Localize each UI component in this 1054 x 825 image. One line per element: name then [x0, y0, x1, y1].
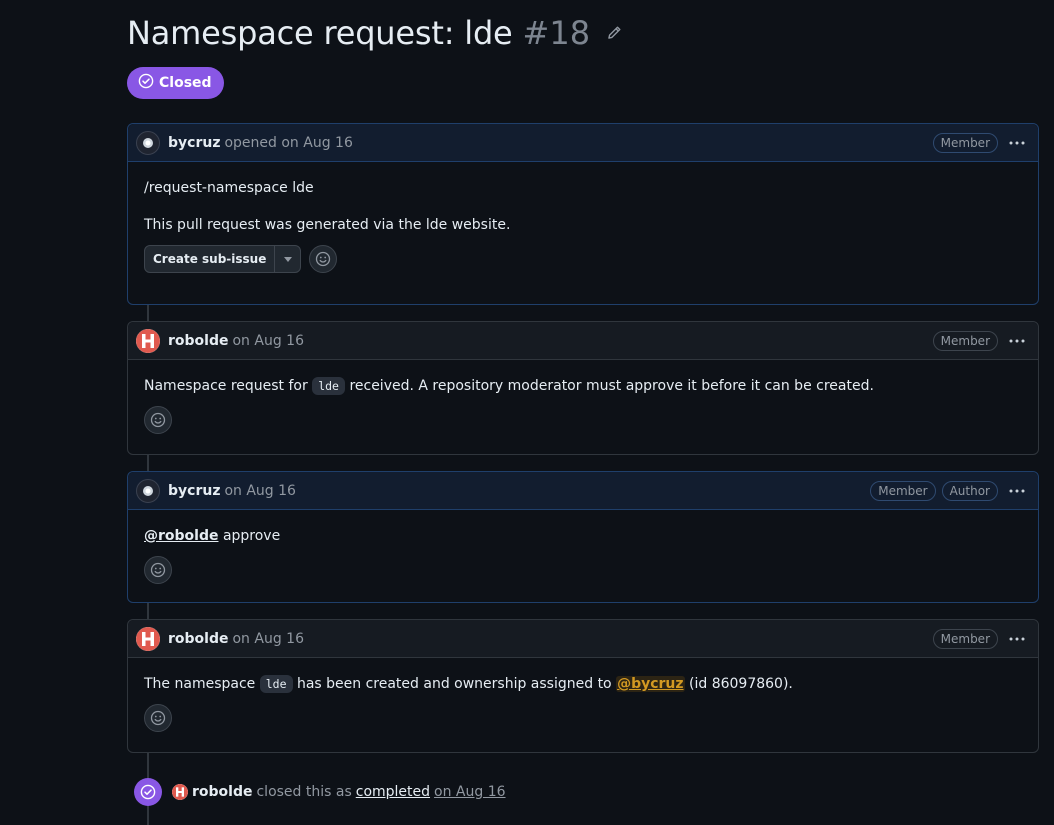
create-sub-issue-split-button: Create sub-issue [144, 245, 302, 273]
comment-body: The namespace lde has been created and o… [128, 658, 1038, 748]
avatar[interactable] [136, 328, 160, 353]
role-badge-member: Member [932, 330, 998, 351]
status-badge: Closed [127, 67, 224, 99]
comment-body: Namespace request for lde received. A re… [128, 360, 1038, 450]
check-circle-icon [134, 778, 162, 806]
comment-meta[interactable]: on Aug 16 [224, 483, 296, 499]
comment-meta[interactable]: on Aug 16 [232, 631, 304, 647]
inline-code: lde [312, 377, 345, 395]
comment-header-actions: Member [932, 628, 1030, 650]
user-mention[interactable]: @robolde [144, 528, 218, 544]
kebab-menu-icon[interactable] [1004, 628, 1030, 650]
event-text: closed this as [256, 784, 352, 800]
comment-approve: bycruz on Aug 16 Member Author @robolde … [127, 471, 1039, 603]
completed-link[interactable]: completed [356, 784, 430, 800]
comment-text: Namespace request for lde received. A re… [144, 376, 1022, 396]
comment-author[interactable]: robolde [168, 333, 228, 349]
comment-bot-received: robolde on Aug 16 Member Namespace reque… [127, 321, 1039, 455]
comment-header-actions: Member [932, 330, 1030, 352]
role-badge-author: Author [941, 480, 998, 501]
kebab-menu-icon[interactable] [1004, 132, 1030, 154]
smiley-icon[interactable] [309, 245, 338, 273]
issue-number: #18 [522, 14, 591, 52]
kebab-menu-icon[interactable] [1004, 330, 1030, 352]
create-sub-issue-button[interactable]: Create sub-issue [145, 246, 274, 272]
role-badge-member: Member [870, 480, 936, 501]
comment-bot-created: robolde on Aug 16 Member The namespace l… [127, 619, 1039, 753]
comment-text-line: /request-namespace lde [144, 180, 314, 196]
comment-meta[interactable]: opened on Aug 16 [224, 135, 352, 151]
issue-title: Namespace request: lde [127, 14, 513, 52]
issue-title-row: Namespace request: lde #18 [127, 14, 622, 52]
comment-body: /request-namespace lde This pull request… [128, 162, 1038, 289]
avatar[interactable] [136, 626, 160, 651]
comment-header: robolde on Aug 16 Member [128, 322, 1038, 360]
timeline-event-closed: robolde closed this as completed on Aug … [134, 778, 506, 806]
pencil-icon[interactable] [606, 25, 622, 41]
avatar[interactable] [172, 784, 188, 800]
check-circle-icon [138, 73, 154, 93]
comment-actions [144, 406, 1022, 434]
caret-down-icon[interactable] [274, 246, 300, 272]
avatar[interactable] [136, 130, 160, 155]
comment-header: robolde on Aug 16 Member [128, 620, 1038, 658]
text-segment: has been created and ownership assigned … [296, 676, 612, 692]
comment-author[interactable]: robolde [168, 631, 228, 647]
smiley-icon[interactable] [144, 406, 172, 434]
comment-header-actions: Member [932, 132, 1030, 154]
comment-actions: Create sub-issue [144, 245, 1022, 273]
kebab-menu-icon[interactable] [1004, 480, 1030, 502]
inline-code: lde [259, 675, 293, 693]
text-segment: Namespace request for [144, 378, 308, 394]
comment-actions [144, 704, 1022, 732]
event-actor[interactable]: robolde [192, 784, 252, 800]
comment-opening: bycruz opened on Aug 16 Member /request-… [127, 123, 1039, 305]
text-segment: (id 86097860). [689, 676, 793, 692]
comment-author[interactable]: bycruz [168, 483, 220, 499]
comment-body: @robolde approve [128, 510, 1038, 600]
comment-header: bycruz on Aug 16 Member Author [128, 472, 1038, 510]
text-segment: approve [222, 528, 281, 544]
comment-author[interactable]: bycruz [168, 135, 220, 151]
text-segment: received. A repository moderator must ap… [349, 378, 874, 394]
event-date-link[interactable]: on Aug 16 [434, 784, 506, 800]
role-badge-member: Member [932, 132, 998, 153]
comment-text-line: This pull request was generated via the … [144, 217, 511, 233]
user-mention[interactable]: @bycruz [616, 676, 685, 692]
smiley-icon[interactable] [144, 556, 172, 584]
text-segment: The namespace [144, 676, 256, 692]
comment-header-actions: Member Author [870, 480, 1030, 502]
smiley-icon[interactable] [144, 704, 172, 732]
status-label: Closed [159, 75, 212, 91]
issue-page: Namespace request: lde #18 Closed bycruz… [0, 0, 1054, 825]
comment-text: @robolde approve [144, 526, 1022, 546]
comment-text: The namespace lde has been created and o… [144, 674, 1022, 694]
comment-header: bycruz opened on Aug 16 Member [128, 124, 1038, 162]
comment-meta[interactable]: on Aug 16 [232, 333, 304, 349]
role-badge-member: Member [932, 628, 998, 649]
avatar[interactable] [136, 478, 160, 503]
comment-actions [144, 556, 1022, 584]
